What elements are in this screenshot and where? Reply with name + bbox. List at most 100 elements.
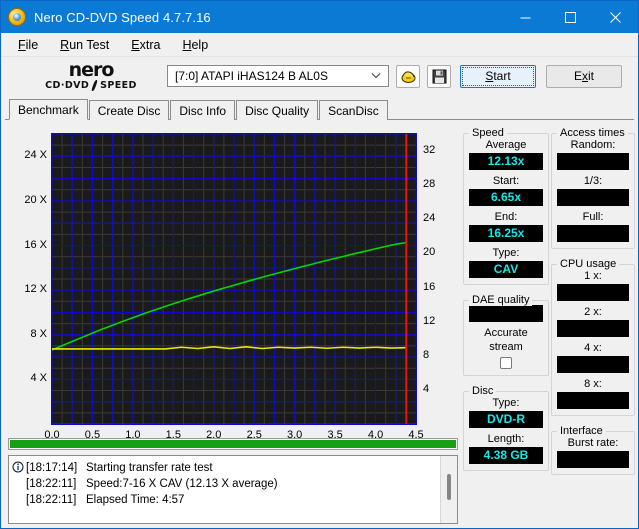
- tab-strip: Benchmark Create Disc Disc Info Disc Qua…: [1, 99, 638, 120]
- disc-length-value: 4.38 GB: [469, 447, 543, 464]
- disc-type-field: Type: DVD-R: [469, 396, 543, 428]
- cpu-usage-legend: CPU usage: [557, 258, 620, 270]
- chevron-down-icon: [371, 72, 381, 81]
- right-column: Speed Average 12.13x Start: 6.65x End: 1…: [460, 124, 635, 528]
- close-icon[interactable]: [593, 1, 638, 33]
- drive-select-value: [7:0] ATAPI iHAS124 B AL0S: [175, 69, 328, 83]
- chart-y-tick-right: 12: [423, 314, 436, 327]
- disc-group: Disc Type: DVD-R Length: 4.38 GB: [463, 385, 549, 471]
- floppy-save-icon[interactable]: [427, 64, 451, 88]
- speed-end-label: End:: [494, 211, 518, 223]
- drive-select[interactable]: [7:0] ATAPI iHAS124 B AL0S: [167, 65, 389, 87]
- speed-end-field: End: 16.25x: [469, 210, 543, 242]
- tab-disc-quality-label: Disc Quality: [245, 103, 310, 118]
- speed-group-legend: Speed: [469, 127, 507, 139]
- dae-quality-group: DAE quality Accurate stream: [463, 294, 549, 376]
- chart-y-axis-left: 4 X 8 X 12 X 16 X 20 X 24 X: [5, 127, 47, 434]
- menu-item-run-test[interactable]: Run Test: [51, 36, 118, 54]
- access-full-field: Full:: [557, 210, 629, 242]
- minimize-icon[interactable]: [503, 1, 548, 33]
- interface-legend: Interface: [557, 425, 606, 437]
- chart-x-tick: 1.0: [125, 429, 141, 441]
- maximize-icon[interactable]: [548, 1, 593, 33]
- benchmark-chart: 4 X 8 X 12 X 16 X 20 X 24 X 4 8 12 16 20 24 28 32 0.…: [5, 127, 461, 441]
- speed-average-field: Average 12.13x: [469, 138, 543, 170]
- access-third-label: 1/3:: [583, 175, 603, 187]
- log-timestamp: [18:22:11]: [26, 494, 77, 506]
- exit-button[interactable]: Ex it: [546, 64, 622, 88]
- accurate-stream-label-line2: stream: [489, 341, 523, 353]
- log-row: [18:22:11] Speed:7-16 X CAV (12.13 X aver…: [12, 476, 440, 492]
- log-timestamp: [18:22:11]: [26, 478, 77, 490]
- cpu-4x-value: [557, 356, 629, 373]
- menu-item-extra[interactable]: Extra: [122, 36, 169, 54]
- start-button[interactable]: Start: [460, 64, 536, 88]
- chart-y-tick-left: 24 X: [24, 149, 47, 162]
- access-random-value: [557, 153, 629, 170]
- content-area: 4 X 8 X 12 X 16 X 20 X 24 X 4 8 12 16 20 24 28 32 0.…: [1, 120, 638, 528]
- chart-y-tick-left: 4 X: [30, 372, 47, 385]
- chart-y-tick-right: 8: [423, 348, 430, 361]
- log-panel[interactable]: [18:17:14] Starting transfer rate test [18…: [8, 455, 458, 524]
- chart-y-axis-right: 4 8 12 16 20 24 28 32: [419, 127, 461, 434]
- log-timestamp: [18:17:14]: [26, 462, 78, 474]
- toolbar: nero CD·DVD SPEED [7:0] ATAPI iHAS124 B …: [1, 57, 638, 95]
- speed-type-field: Type: CAV: [469, 246, 543, 278]
- menu-item-file[interactable]: File: [9, 36, 47, 54]
- log-scrollbar-thumb[interactable]: [447, 474, 451, 500]
- nero-disc-icon: [8, 8, 26, 26]
- nero-slash-icon: [90, 80, 99, 91]
- dae-quality-legend: DAE quality: [469, 294, 533, 306]
- info-icon: [12, 461, 25, 474]
- tab-create-disc[interactable]: Create Disc: [88, 100, 170, 120]
- window-title: Nero CD-DVD Speed 4.7.7.16: [34, 9, 211, 25]
- nero-logo: nero CD·DVD SPEED: [31, 59, 151, 93]
- disc-length-label: Length:: [487, 433, 525, 445]
- tab-benchmark[interactable]: Benchmark: [9, 99, 88, 120]
- chart-x-axis: 0.0 0.5 1.0 1.5 2.0 2.5 3.0 3.5 4.0 4.5: [44, 427, 423, 445]
- chart-y-tick-right: 24: [423, 212, 436, 225]
- tab-benchmark-label: Benchmark: [18, 102, 79, 117]
- speed-end-value: 16.25x: [469, 225, 543, 242]
- tab-disc-quality[interactable]: Disc Quality: [236, 100, 319, 120]
- log-list: [18:17:14] Starting transfer rate test [18…: [9, 456, 440, 523]
- speed-start-label: Start:: [492, 175, 520, 187]
- log-row: [18:17:14] Starting transfer rate test: [12, 460, 440, 476]
- tab-scandisc-label: ScanDisc: [328, 103, 379, 118]
- chart-x-tick: 2.0: [206, 429, 222, 441]
- access-random-field: Random:: [557, 138, 629, 170]
- chart-y-tick-right: 4: [423, 382, 430, 395]
- cpu-usage-group: CPU usage 1 x: 2 x: 4 x: 8 x:: [551, 258, 635, 416]
- chart-x-tick: 4.5: [408, 429, 424, 441]
- chart-y-tick-right: 20: [423, 246, 436, 259]
- chart-y-tick-right: 32: [423, 144, 436, 157]
- speed-start-value: 6.65x: [469, 189, 543, 206]
- access-full-value: [557, 225, 629, 242]
- chart-y-tick-left: 12 X: [24, 283, 47, 296]
- tab-disc-info[interactable]: Disc Info: [170, 100, 236, 120]
- chart-x-tick: 3.5: [327, 429, 343, 441]
- accurate-stream-checkbox[interactable]: [500, 357, 512, 369]
- disc-eject-icon[interactable]: [396, 64, 420, 88]
- nero-logo-word: nero: [68, 59, 115, 81]
- cpu-4x-field: 4 x:: [557, 341, 629, 373]
- accurate-stream-label-line1: Accurate: [484, 327, 528, 339]
- title-bar: Nero CD-DVD Speed 4.7.7.16: [1, 1, 638, 33]
- chart-y-tick-right: 28: [423, 178, 436, 191]
- menu-item-help[interactable]: Help: [173, 36, 217, 54]
- tab-scandisc[interactable]: ScanDisc: [319, 100, 388, 120]
- chart-y-tick-left: 16 X: [24, 238, 47, 251]
- access-times-group: Access times Random: 1/3: Full:: [551, 127, 635, 249]
- access-full-label: Full:: [582, 211, 604, 223]
- chart-plot-area: [51, 133, 417, 425]
- speed-type-label: Type:: [492, 247, 520, 259]
- tab-disc-info-label: Disc Info: [179, 103, 227, 118]
- access-random-label: Random:: [570, 139, 616, 151]
- burst-rate-field: Burst rate:: [557, 436, 629, 468]
- chart-y-tick-right: 16: [423, 280, 436, 293]
- cpu-1x-value: [557, 284, 629, 301]
- stats-column-1: Speed Average 12.13x Start: 6.65x End: 1…: [463, 124, 549, 528]
- cpu-4x-label: 4 x:: [584, 342, 602, 354]
- burst-rate-value: [557, 451, 629, 468]
- log-scrollbar[interactable]: [440, 456, 457, 523]
